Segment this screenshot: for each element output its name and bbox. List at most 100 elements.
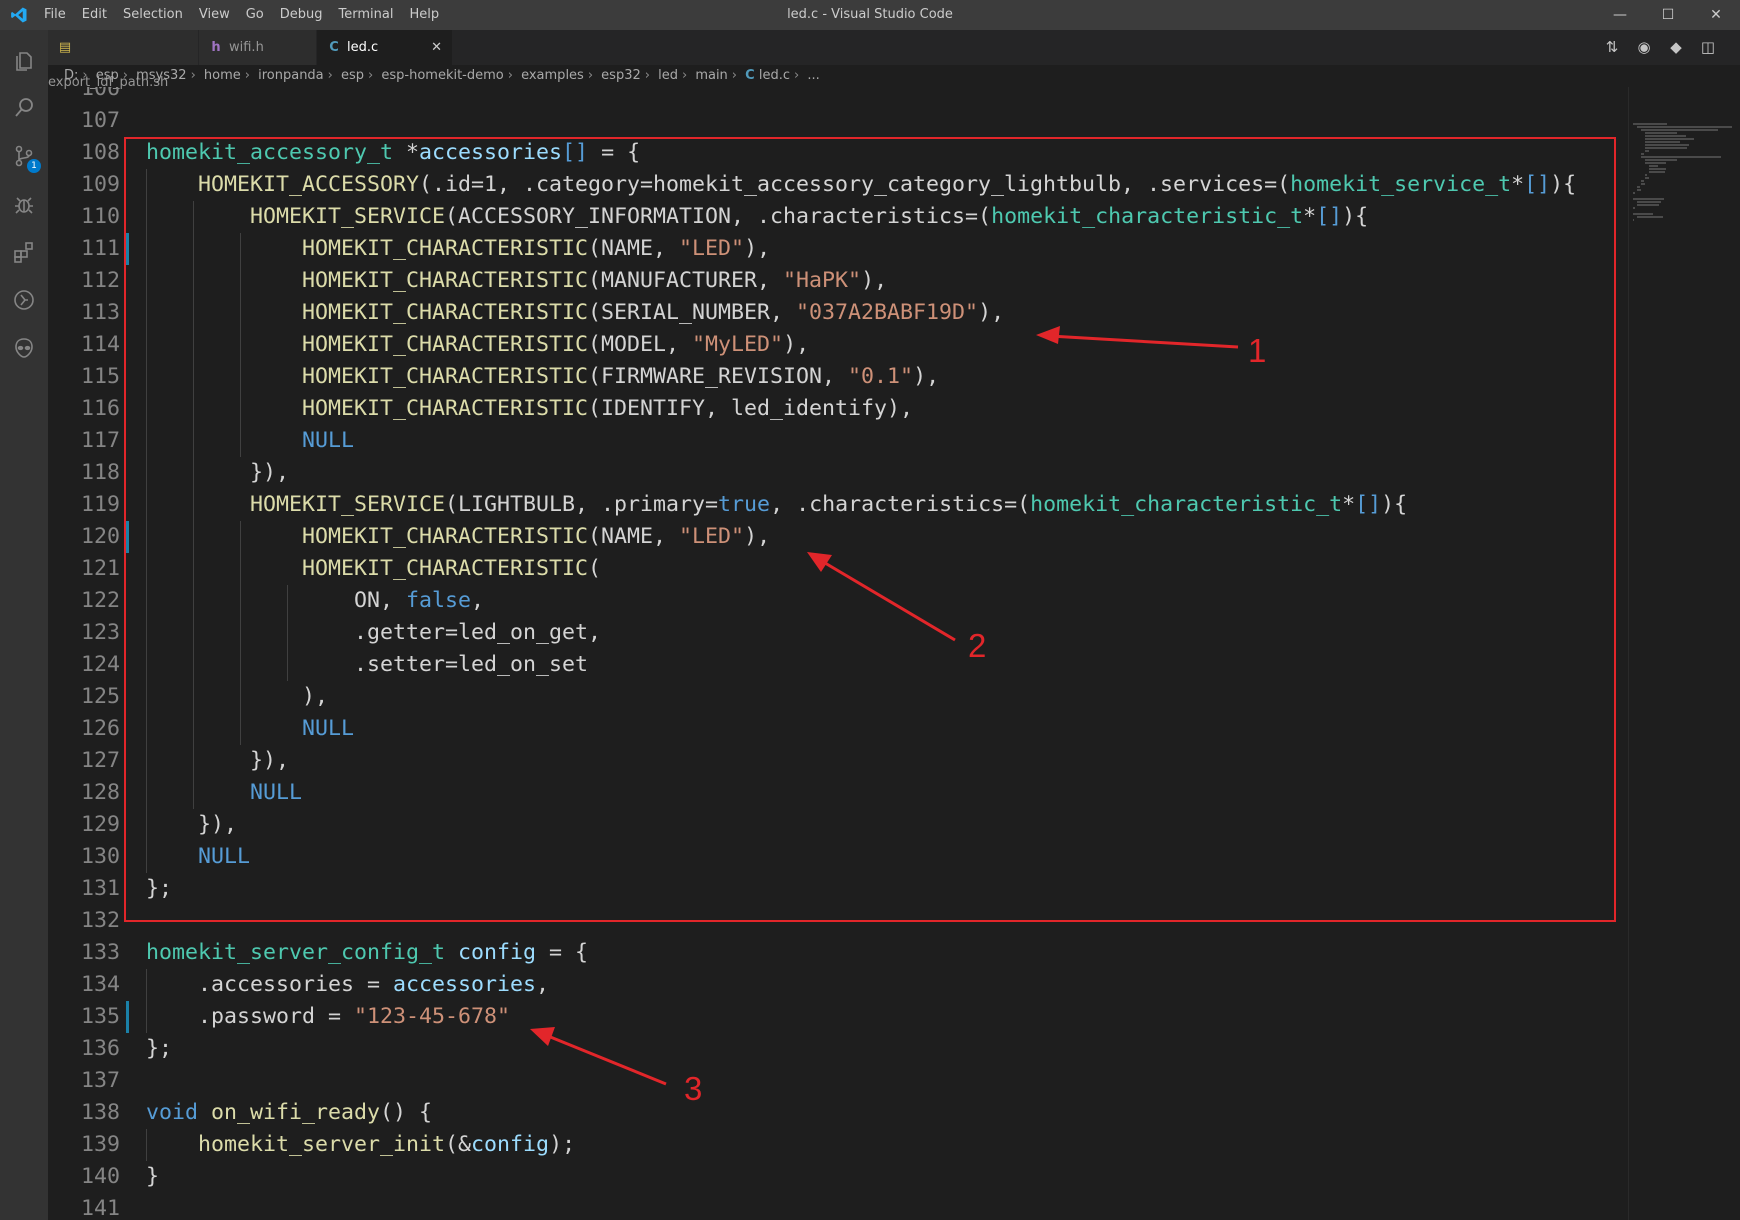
code-text: .accessories = accessories, — [146, 969, 549, 1001]
code-token: accessories — [393, 972, 537, 997]
code-token: homekit_server_init — [198, 1132, 446, 1157]
line-number: 126 — [80, 716, 120, 741]
compare-changes-icon[interactable]: ⇅ — [1596, 30, 1628, 65]
minimap-line — [1645, 150, 1649, 152]
menu-file[interactable]: File — [36, 0, 74, 30]
menu-view[interactable]: View — [191, 0, 238, 30]
minimap-line — [1637, 216, 1664, 218]
preview-eye-icon[interactable]: ◉ — [1628, 30, 1660, 65]
code-token: ); — [549, 1132, 576, 1157]
annotation-label-2: 2 — [968, 627, 987, 664]
line-number: 140 — [80, 1164, 120, 1189]
tab-export-idf-path[interactable]: ▤export_idf_path.sh — [48, 30, 199, 90]
remote-icon — [14, 290, 34, 310]
code-line[interactable]: 138 void on_wifi_ready() { — [48, 1097, 1628, 1129]
code-line[interactable]: 134 .accessories = accessories, — [48, 969, 1628, 1001]
maximize-button[interactable]: ☐ — [1644, 0, 1692, 30]
close-icon[interactable]: ✕ — [431, 30, 442, 65]
menu-edit[interactable]: Edit — [74, 0, 115, 30]
code-line[interactable]: 139 homekit_server_init(&config); — [48, 1129, 1628, 1161]
code-line[interactable]: 140} — [48, 1161, 1628, 1193]
c-file-icon: C — [745, 68, 755, 83]
source-control-button[interactable]: 1 — [0, 132, 48, 180]
code-token: config — [458, 940, 537, 965]
code-token: "123-45-678" — [354, 1004, 511, 1029]
alien-extension-button[interactable] — [0, 324, 48, 372]
code-text: homekit_server_init(&config); — [146, 1129, 575, 1161]
code-token: }; — [146, 1036, 173, 1061]
extensions-button[interactable] — [0, 228, 48, 276]
editor-actions: ⇅ ◉ ◆ ◫ — [1596, 30, 1724, 65]
breadcrumb-item[interactable]: esp-homekit-demo — [381, 68, 503, 83]
debug-button[interactable] — [0, 180, 48, 228]
breadcrumb-item[interactable]: main — [695, 68, 727, 83]
minimap-line — [1637, 201, 1662, 203]
code-text: }; — [146, 1033, 172, 1065]
breadcrumb-item[interactable]: ... — [807, 68, 819, 83]
minimap-line — [1645, 141, 1681, 143]
minimap-line — [1645, 138, 1694, 140]
minimap-line — [1645, 147, 1688, 149]
code-text: homekit_server_config_t config = { — [146, 937, 588, 969]
breadcrumb-item[interactable]: esp32 — [601, 68, 641, 83]
breadcrumb-item[interactable]: led.c — [759, 68, 790, 83]
minimap-line — [1645, 159, 1678, 161]
menu-selection[interactable]: Selection — [115, 0, 191, 30]
split-editor-icon[interactable]: ◫ — [1692, 30, 1724, 65]
minimap-line — [1641, 156, 1722, 158]
line-number: 108 — [80, 140, 120, 165]
breadcrumb-item[interactable]: esp — [96, 68, 119, 83]
code-line[interactable]: 106 — [48, 87, 1628, 105]
minimap[interactable] — [1628, 87, 1740, 1220]
explorer-button[interactable] — [0, 36, 48, 84]
line-number: 109 — [80, 172, 120, 197]
menu-go[interactable]: Go — [238, 0, 272, 30]
minimap-line — [1649, 171, 1666, 173]
code-line[interactable]: 133 homekit_server_config_t config = { — [48, 937, 1628, 969]
breadcrumb-item[interactable]: msys32 — [136, 68, 186, 83]
line-number: 139 — [80, 1132, 120, 1157]
vscode-logo-icon — [11, 7, 27, 23]
minimap-line — [1641, 129, 1719, 131]
code-line[interactable]: 136}; — [48, 1033, 1628, 1065]
breadcrumb-item[interactable]: esp — [341, 68, 364, 83]
breadcrumb-item[interactable]: D: — [64, 68, 78, 83]
minimap-line — [1637, 204, 1659, 206]
line-number: 114 — [80, 332, 120, 357]
git-change-marker[interactable] — [126, 1001, 129, 1033]
line-number: 113 — [80, 300, 120, 325]
menu-help[interactable]: Help — [401, 0, 447, 30]
breadcrumb-item[interactable]: ironpanda — [258, 68, 324, 83]
minimap-line — [1637, 126, 1733, 128]
code-line[interactable]: 141 — [48, 1193, 1628, 1220]
line-number: 125 — [80, 684, 120, 709]
search-button[interactable] — [0, 84, 48, 132]
tab-led-c[interactable]: Cled.c ✕ — [317, 30, 453, 65]
remote-button[interactable] — [0, 276, 48, 324]
menu-terminal[interactable]: Terminal — [331, 0, 402, 30]
code-line[interactable]: 137 — [48, 1065, 1628, 1097]
minimap-line — [1645, 174, 1647, 176]
minimap-line — [1633, 192, 1635, 194]
code-token: (& — [445, 1132, 472, 1157]
code-text: .password = "123-45-678" — [146, 1001, 510, 1033]
breadcrumb-item[interactable]: led — [658, 68, 678, 83]
code-text: } — [146, 1161, 159, 1193]
alien-icon — [15, 338, 33, 358]
title-bar: File Edit Selection View Go Debug Termin… — [0, 0, 1740, 30]
git-lens-icon[interactable]: ◆ — [1660, 30, 1692, 65]
menu-debug[interactable]: Debug — [272, 0, 331, 30]
scm-badge: 1 — [27, 159, 41, 173]
tab-wifi-h[interactable]: h wifi.h — [199, 30, 317, 65]
minimize-button[interactable]: — — [1596, 0, 1644, 30]
minimap-line — [1649, 168, 1667, 170]
breadcrumb-item[interactable]: examples — [521, 68, 584, 83]
minimap-line — [1633, 213, 1653, 215]
close-window-button[interactable]: ✕ — [1692, 0, 1740, 30]
code-line[interactable]: 135 .password = "123-45-678" — [48, 1001, 1628, 1033]
code-line[interactable]: 107 — [48, 105, 1628, 137]
window-controls: — ☐ ✕ — [1596, 0, 1740, 30]
line-number: 135 — [80, 1004, 120, 1029]
breadcrumb-item[interactable]: home — [204, 68, 241, 83]
